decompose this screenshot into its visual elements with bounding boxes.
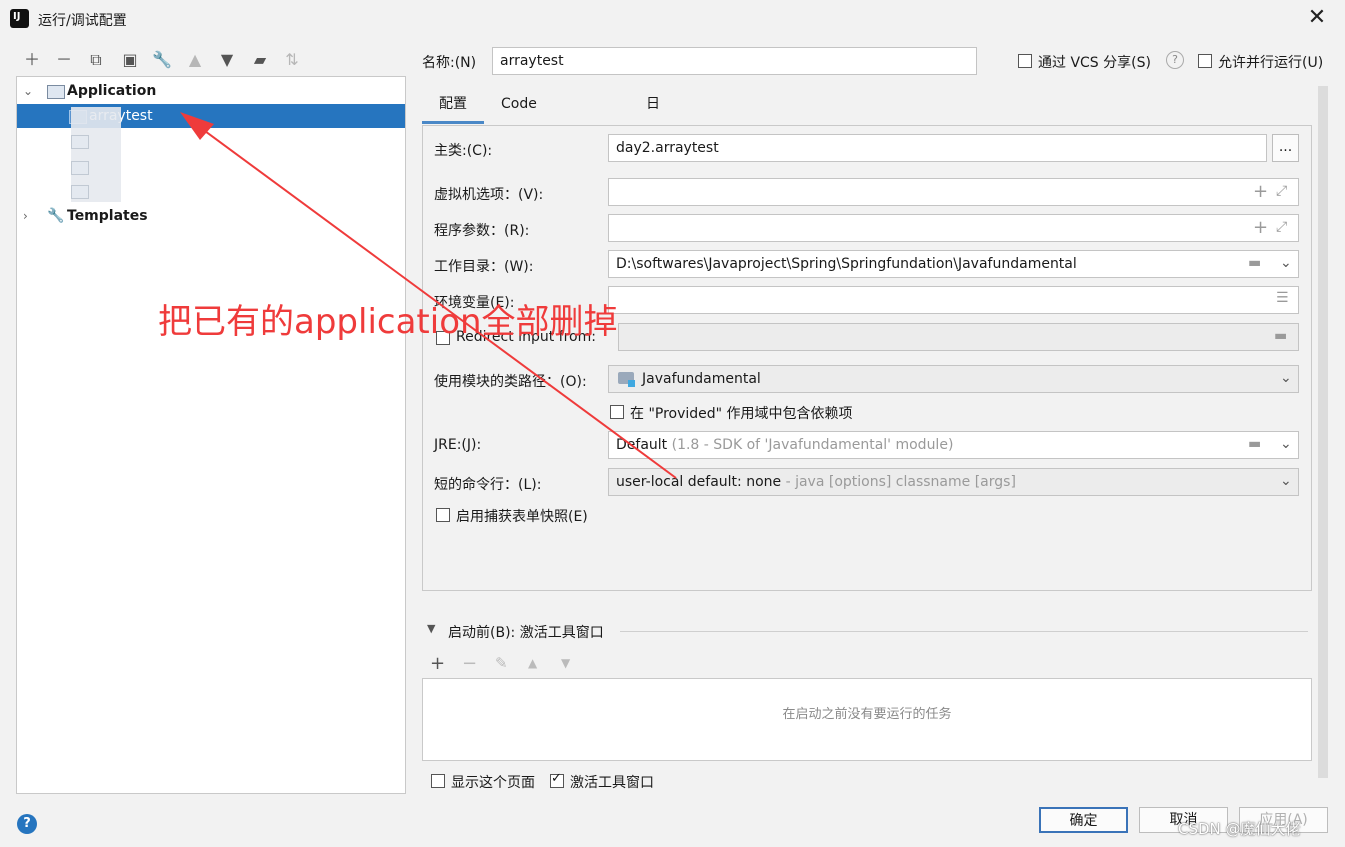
annotation-arrow — [180, 112, 677, 479]
watermark: CSDN @魔仙大佬 — [1178, 820, 1301, 838]
annotation-text: 把已有的application全部删掉 — [158, 302, 618, 342]
